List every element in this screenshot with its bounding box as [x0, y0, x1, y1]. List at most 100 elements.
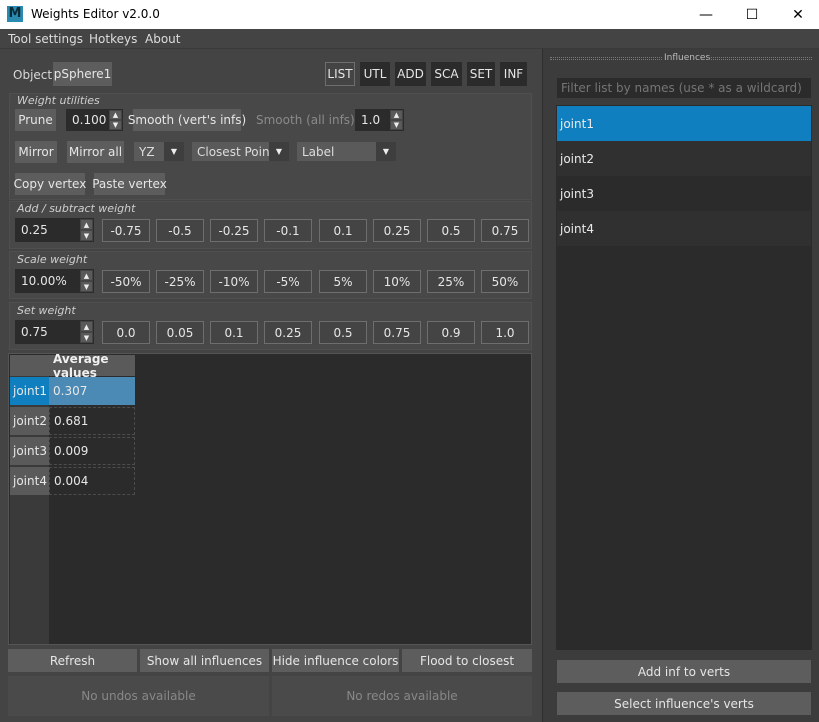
spin-down-icon[interactable]: ▼	[80, 230, 93, 241]
set-weight-preset-button[interactable]: 1.0	[481, 321, 529, 344]
title-bar: M Weights Editor v2.0.0 — ☐ ✕	[0, 0, 819, 29]
scale-weight-preset-button[interactable]: -10%	[210, 270, 258, 293]
add-weight-preset-button[interactable]: 0.5	[427, 219, 475, 242]
mirror-button[interactable]: Mirror	[15, 141, 57, 163]
table-cell-average-value[interactable]: 0.009	[49, 437, 135, 465]
table-row-header[interactable]: joint2	[10, 407, 49, 435]
set-weight-title: Set weight	[17, 304, 76, 317]
scale-weight-spin-arrows[interactable]: ▲ ▼	[80, 270, 93, 292]
add-weight-preset-button[interactable]: 0.25	[373, 219, 421, 242]
close-button[interactable]: ✕	[775, 0, 819, 29]
add-weight-preset-button[interactable]: 0.1	[319, 219, 367, 242]
add-inf-to-verts-button[interactable]: Add inf to verts	[557, 660, 811, 683]
copy-vertex-button[interactable]: Copy vertex	[14, 173, 86, 195]
chevron-down-icon: ▼	[269, 142, 289, 161]
add-weight-input[interactable]: 0.25 ▲ ▼	[15, 218, 94, 242]
refresh-button[interactable]: Refresh	[8, 649, 137, 672]
scale-weight-input[interactable]: 10.00% ▲ ▼	[15, 269, 94, 293]
set-weight-preset-button[interactable]: 0.05	[156, 321, 204, 344]
spin-down-icon[interactable]: ▼	[109, 120, 122, 130]
table-cell-average-value[interactable]: 0.681	[49, 407, 135, 435]
table-row-header[interactable]: joint1	[10, 377, 49, 405]
set-weight-preset-button[interactable]: 0.1	[210, 321, 258, 344]
prune-button[interactable]: Prune	[15, 109, 56, 131]
influence-list-item[interactable]: joint4	[557, 211, 811, 246]
table-header-average-values[interactable]: Average values	[49, 352, 135, 380]
spin-up-icon[interactable]: ▲	[80, 321, 93, 332]
set-weight-preset-button[interactable]: 0.0	[102, 321, 150, 344]
menu-hotkeys[interactable]: Hotkeys	[89, 32, 137, 46]
scale-weight-preset-button[interactable]: 25%	[427, 270, 475, 293]
mirror-label-select[interactable]: Label ▼	[297, 142, 396, 161]
set-weight-preset-button[interactable]: 0.75	[373, 321, 421, 344]
spin-up-icon[interactable]: ▲	[109, 110, 122, 120]
add-weight-preset-button[interactable]: -0.75	[102, 219, 150, 242]
add-weight-preset-button[interactable]: 0.75	[481, 219, 529, 242]
object-name-button[interactable]: pSphere1	[53, 62, 112, 86]
add-weight-spin-arrows[interactable]: ▲ ▼	[80, 219, 93, 241]
smooth-spin-arrows[interactable]: ▲ ▼	[390, 110, 403, 130]
add-weight-title: Add / subtract weight	[17, 202, 136, 215]
set-weight-input[interactable]: 0.75 ▲ ▼	[15, 320, 94, 344]
add-weight-preset-button[interactable]: -0.1	[264, 219, 312, 242]
spin-down-icon[interactable]: ▼	[80, 332, 93, 343]
add-weight-preset-button[interactable]: -0.25	[210, 219, 258, 242]
influence-list-item[interactable]: joint2	[557, 141, 811, 176]
mirror-all-button[interactable]: Mirror all	[67, 141, 124, 163]
flood-to-closest-button[interactable]: Flood to closest	[402, 649, 532, 672]
scale-weight-preset-button[interactable]: -5%	[264, 270, 312, 293]
table-cell-average-value[interactable]: 0.307	[49, 377, 135, 405]
scale-weight-preset-button[interactable]: 50%	[481, 270, 529, 293]
menu-tool-settings[interactable]: Tool settings	[8, 32, 83, 46]
mode-list-button[interactable]: LIST	[325, 62, 355, 86]
mode-inf-button[interactable]: INF	[500, 62, 527, 86]
smooth-vert-infs-button[interactable]: Smooth (vert's infs)	[128, 109, 246, 131]
influence-list-item[interactable]: joint3	[557, 176, 811, 211]
table-corner	[10, 355, 49, 376]
chevron-down-icon: ▼	[164, 142, 184, 161]
set-weight-preset-button[interactable]: 0.5	[319, 321, 367, 344]
influence-list-item[interactable]: joint1	[557, 106, 811, 141]
add-weight-preset-button[interactable]: -0.5	[156, 219, 204, 242]
table-row-header[interactable]: joint4	[10, 467, 49, 495]
scale-weight-preset-button[interactable]: 5%	[319, 270, 367, 293]
show-all-influences-button[interactable]: Show all influences	[140, 649, 269, 672]
undo-button[interactable]: No undos available	[8, 676, 269, 716]
spin-up-icon[interactable]: ▲	[390, 110, 403, 120]
object-label: Object:	[13, 68, 57, 82]
set-weight-preset-button[interactable]: 0.25	[264, 321, 312, 344]
mirror-axis-select[interactable]: YZ ▼	[134, 142, 184, 161]
hide-influence-colors-button[interactable]: Hide influence colors	[272, 649, 399, 672]
scale-weight-preset-button[interactable]: -50%	[102, 270, 150, 293]
maximize-button[interactable]: ☐	[729, 0, 775, 29]
spin-down-icon[interactable]: ▼	[80, 281, 93, 292]
mirror-mode-value: Closest Point	[197, 144, 275, 159]
select-influence-verts-button[interactable]: Select influence's verts	[557, 692, 811, 715]
mode-sca-button[interactable]: SCA	[431, 62, 462, 86]
smooth-strength-input[interactable]: 1.0 ▲ ▼	[355, 109, 404, 131]
menu-about[interactable]: About	[145, 32, 180, 46]
redo-button[interactable]: No redos available	[272, 676, 532, 716]
weight-utilities-title: Weight utilities	[17, 94, 100, 107]
mode-set-button[interactable]: SET	[467, 62, 495, 86]
mode-add-button[interactable]: ADD	[395, 62, 426, 86]
spin-up-icon[interactable]: ▲	[80, 270, 93, 281]
paste-vertex-button[interactable]: Paste vertex	[92, 173, 167, 195]
smooth-all-infs-button[interactable]: Smooth (all infs)	[256, 113, 355, 127]
mirror-mode-select[interactable]: Closest Point ▼	[192, 142, 289, 161]
prune-threshold-input[interactable]: 0.100 ▲ ▼	[66, 109, 123, 131]
mode-utl-button[interactable]: UTL	[360, 62, 390, 86]
prune-spin-arrows[interactable]: ▲ ▼	[109, 110, 122, 130]
table-cell-average-value[interactable]: 0.004	[49, 467, 135, 495]
influence-filter-input[interactable]	[557, 78, 811, 98]
set-weight-spin-arrows[interactable]: ▲ ▼	[80, 321, 93, 343]
app-icon: M	[7, 6, 23, 22]
set-weight-preset-button[interactable]: 0.9	[427, 321, 475, 344]
mirror-axis-value: YZ	[139, 144, 155, 159]
scale-weight-preset-button[interactable]: -25%	[156, 270, 204, 293]
spin-up-icon[interactable]: ▲	[80, 219, 93, 230]
scale-weight-preset-button[interactable]: 10%	[373, 270, 421, 293]
spin-down-icon[interactable]: ▼	[390, 120, 403, 130]
table-row-header[interactable]: joint3	[10, 437, 49, 465]
minimize-button[interactable]: —	[683, 0, 729, 29]
